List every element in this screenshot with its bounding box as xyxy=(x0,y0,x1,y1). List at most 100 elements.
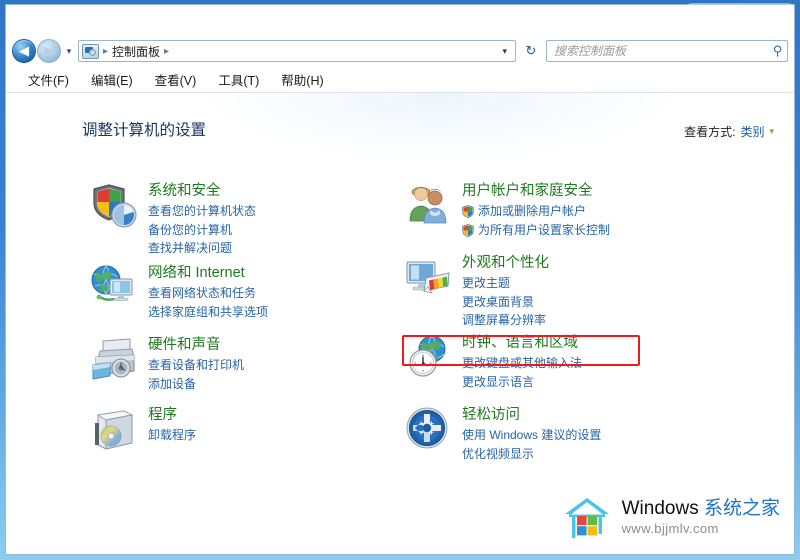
category-body: 外观和个性化 更改主题 更改桌面背景 调整屏幕分辨率 xyxy=(462,253,549,330)
menu-item-view[interactable]: 查看(V) xyxy=(155,68,209,91)
users-icon xyxy=(404,181,452,229)
watermark-brand: Windows 系统之家 xyxy=(622,498,780,520)
category-link[interactable]: 使用 Windows 建议的设置 xyxy=(462,426,601,445)
globe-monitor-icon xyxy=(90,263,138,311)
category-title[interactable]: 用户帐户和家庭安全 xyxy=(462,182,593,200)
category-title[interactable]: 轻松访问 xyxy=(462,406,520,424)
category-link[interactable]: 更改键盘或其他输入法 xyxy=(462,354,582,373)
search-icon[interactable]: ⚲ xyxy=(773,43,783,59)
window-client-area: ◀ ▶ ▾ ▸ 控制面板 ▸ ▾ ↻ ⚲ xyxy=(5,4,795,555)
view-by-value[interactable]: 类别 xyxy=(740,123,764,140)
category-link[interactable]: 选择家庭组和共享选项 xyxy=(148,303,268,322)
category-link[interactable]: 更改显示语言 xyxy=(462,373,582,392)
breadcrumb-separator-icon: ▸ xyxy=(103,45,109,57)
forward-arrow-icon: ▶ xyxy=(44,43,54,58)
category-link-label: 查看网络状态和任务 xyxy=(148,286,257,301)
category-programs: 程序 卸载程序 xyxy=(90,405,196,453)
search-box[interactable]: ⚲ xyxy=(546,40,788,62)
category-link-label: 添加或删除用户帐户 xyxy=(478,204,587,219)
category-link[interactable]: 添加或删除用户帐户 xyxy=(462,202,610,221)
back-button[interactable]: ◀ xyxy=(12,39,36,63)
content-area: 调整计算机的设置 查看方式: 类别 ▾ 系统和安全 查看您的计算机状态 备份您的… xyxy=(6,93,794,554)
category-body: 轻松访问 使用 Windows 建议的设置 优化视频显示 xyxy=(462,405,601,463)
category-title[interactable]: 程序 xyxy=(148,406,177,424)
menu-item-help[interactable]: 帮助(H) xyxy=(281,68,335,91)
category-link[interactable]: 查看您的计算机状态 xyxy=(148,202,256,221)
menu-item-edit[interactable]: 编辑(E) xyxy=(91,68,145,91)
category-body: 时钟、语言和区域 更改键盘或其他输入法 更改显示语言 xyxy=(462,333,582,391)
minimize-button[interactable] xyxy=(689,4,717,23)
chevron-down-icon[interactable]: ▾ xyxy=(769,126,774,137)
category-link[interactable]: 卸载程序 xyxy=(148,426,196,445)
category-link-label: 备份您的计算机 xyxy=(148,222,233,237)
back-arrow-icon: ◀ xyxy=(19,43,29,58)
control-panel-window: ✕ ◀ ▶ ▾ ▸ 控制面板 ▸ ▾ ↻ 搜索控制面板 ⚲ 文件(F) 编辑(E… xyxy=(0,0,800,560)
category-title[interactable]: 系统和安全 xyxy=(148,182,221,200)
address-bar[interactable]: ▸ 控制面板 ▸ ▾ xyxy=(78,40,516,62)
title-bar: ✕ xyxy=(0,0,800,30)
category-link[interactable]: 查找并解决问题 xyxy=(148,239,256,258)
maximize-button[interactable] xyxy=(718,4,746,23)
category-link-label: 更改桌面背景 xyxy=(462,294,535,309)
page-title: 调整计算机的设置 xyxy=(82,122,207,139)
category-title[interactable]: 网络和 Internet xyxy=(148,264,245,282)
category-link[interactable]: 查看设备和打印机 xyxy=(148,356,244,375)
chevron-down-icon: ▾ xyxy=(66,45,72,56)
category-link[interactable]: 添加设备 xyxy=(148,375,244,394)
category-body: 网络和 Internet 查看网络状态和任务 选择家庭组和共享选项 xyxy=(148,263,268,321)
control-panel-icon xyxy=(82,43,99,59)
category-link[interactable]: 备份您的计算机 xyxy=(148,221,256,240)
monitor-palette-icon xyxy=(404,253,452,301)
ease-of-access-icon xyxy=(404,405,452,453)
category-link[interactable]: 更改桌面背景 xyxy=(462,293,549,312)
refresh-button[interactable]: ↻ xyxy=(520,40,542,62)
shield-pie-icon xyxy=(90,181,138,229)
category-link-label: 查找并解决问题 xyxy=(148,241,233,256)
forward-button[interactable]: ▶ xyxy=(37,39,61,63)
breadcrumb-control-panel[interactable]: 控制面板 xyxy=(112,43,160,60)
printer-icon xyxy=(90,335,138,383)
category-title[interactable]: 外观和个性化 xyxy=(462,254,549,272)
category-appearance-and-personalization: 外观和个性化 更改主题 更改桌面背景 调整屏幕分辨率 xyxy=(404,253,549,330)
category-link-label: 更改键盘或其他输入法 xyxy=(462,356,583,371)
menu-item-tools[interactable]: 工具(T) xyxy=(218,68,271,91)
category-link[interactable]: 优化视频显示 xyxy=(462,445,601,464)
category-link[interactable]: 为所有用户设置家长控制 xyxy=(462,221,610,240)
category-link[interactable]: 查看网络状态和任务 xyxy=(148,284,268,303)
category-link-label: 为所有用户设置家长控制 xyxy=(478,222,611,237)
uac-shield-icon xyxy=(462,223,474,237)
category-hardware-and-sound: 硬件和声音 查看设备和打印机 添加设备 xyxy=(90,335,244,393)
category-title[interactable]: 硬件和声音 xyxy=(148,336,221,354)
category-link-label: 添加设备 xyxy=(148,376,197,391)
breadcrumb-chevron-icon[interactable]: ▸ xyxy=(160,46,173,57)
address-dropdown-icon[interactable]: ▾ xyxy=(494,46,515,57)
maximize-icon xyxy=(726,9,737,18)
category-body: 系统和安全 查看您的计算机状态 备份您的计算机 查找并解决问题 xyxy=(148,181,256,258)
category-network-and-internet: 网络和 Internet 查看网络状态和任务 选择家庭组和共享选项 xyxy=(90,263,268,321)
watermark-text: Windows 系统之家 www.bjjmlv.com xyxy=(621,498,780,537)
category-user-accounts-and-family-safety: 用户帐户和家庭安全 添加或删除用户帐户 为所有用户设置家长控制 xyxy=(404,181,610,239)
watermark-brand-cn: 系统之家 xyxy=(703,498,780,520)
close-icon: ✕ xyxy=(764,8,774,20)
minimize-icon xyxy=(697,15,708,18)
category-link-label: 更改显示语言 xyxy=(462,374,535,389)
category-link-label: 查看设备和打印机 xyxy=(148,358,245,373)
category-link-label: 调整屏幕分辨率 xyxy=(462,313,547,328)
view-by-label: 查看方式: xyxy=(684,125,736,139)
category-link-label: 更改主题 xyxy=(462,276,511,291)
watermark: Windows 系统之家 www.bjjmlv.com xyxy=(561,494,780,542)
menu-item-file[interactable]: 文件(F) xyxy=(28,68,81,91)
category-link[interactable]: 更改主题 xyxy=(462,274,549,293)
watermark-url: www.bjjmlv.com xyxy=(621,521,719,537)
search-input[interactable] xyxy=(554,44,774,58)
close-button[interactable]: ✕ xyxy=(747,4,791,23)
category-link[interactable]: 调整屏幕分辨率 xyxy=(462,311,549,330)
recent-pages-button[interactable]: ▾ xyxy=(62,46,76,57)
view-by-selector[interactable]: 查看方式: 类别 ▾ xyxy=(684,123,774,140)
navigation-bar: ◀ ▶ ▾ ▸ 控制面板 ▸ ▾ ↻ ⚲ xyxy=(6,35,794,67)
category-link-label: 查看您的计算机状态 xyxy=(148,204,257,219)
category-link-label: 卸载程序 xyxy=(148,428,197,443)
category-ease-of-access: 轻松访问 使用 Windows 建议的设置 优化视频显示 xyxy=(404,405,601,463)
category-system-and-security: 系统和安全 查看您的计算机状态 备份您的计算机 查找并解决问题 xyxy=(90,181,256,258)
category-title[interactable]: 时钟、语言和区域 xyxy=(462,334,578,352)
